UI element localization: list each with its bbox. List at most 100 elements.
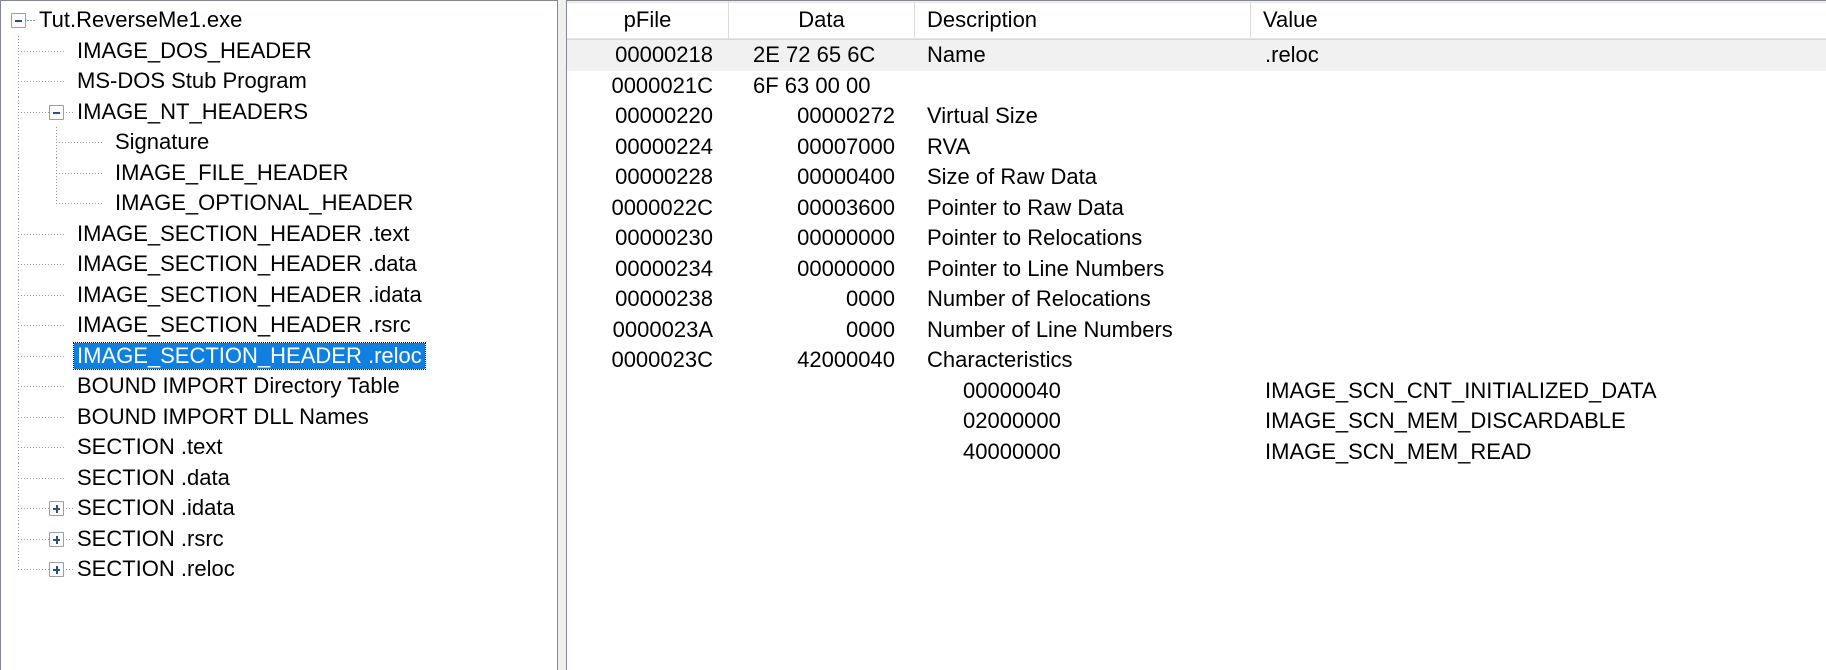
cell-pfile: 00000220 xyxy=(615,103,713,128)
tree-connector-line xyxy=(18,447,65,448)
pe-structure-tree[interactable]: Tut.ReverseMe1.exe IMAGE_DOS_HEADER MS-DOS… xyxy=(1,1,557,585)
tree-item[interactable]: SECTION .data xyxy=(1,462,557,493)
tree-item[interactable]: SECTION .idata xyxy=(1,493,557,524)
tree-item[interactable]: SECTION .reloc xyxy=(1,554,557,585)
cell-data: 00003600 xyxy=(797,194,895,220)
tree-connector-line xyxy=(18,264,65,265)
tree-item[interactable]: IMAGE_NT_HEADERS xyxy=(1,96,557,127)
tree-item[interactable]: IMAGE_SECTION_HEADER .rsrc xyxy=(1,310,557,341)
column-header-description[interactable]: Description xyxy=(915,1,1251,39)
list-column-header-row[interactable]: pFile Data Description Value xyxy=(567,1,1826,40)
list-row[interactable]: 0000022C 00003600 Pointer to Raw Data xyxy=(567,193,1826,224)
cell-data: 00000000 xyxy=(797,225,895,250)
cell-pfile xyxy=(567,376,729,407)
cell-pfile: 00000234 xyxy=(615,255,713,281)
list-row[interactable]: 00000230 00000000 Pointer to Relocations xyxy=(567,223,1826,254)
column-header-value[interactable]: Value xyxy=(1251,1,1826,39)
cell-value xyxy=(1251,162,1811,193)
list-row[interactable]: 00000040 IMAGE_SCN_CNT_INITIALIZED_DATA xyxy=(567,376,1826,407)
list-row[interactable]: 00000218 2E 72 65 6C Name .reloc xyxy=(567,40,1826,71)
cell-pfile xyxy=(567,406,729,437)
tree-item-label: Tut.ReverseMe1.exe xyxy=(39,7,243,33)
cell-description: Virtual Size xyxy=(927,103,1038,128)
cell-value: .reloc xyxy=(1265,42,1319,67)
cell-pfile: 00000230 xyxy=(615,225,713,250)
cell-data: 0000 xyxy=(846,286,895,311)
tree-item[interactable]: SECTION .rsrc xyxy=(1,523,557,554)
tree-connector-line xyxy=(66,569,74,570)
cell-pfile: 00000224 xyxy=(615,133,713,159)
tree-connector-line xyxy=(18,325,65,326)
tree-connector-line xyxy=(18,50,65,52)
tree-connector-line xyxy=(18,233,65,235)
tree-collapse-minus-icon[interactable] xyxy=(11,13,26,28)
tree-item[interactable]: IMAGE_OPTIONAL_HEADER xyxy=(1,188,557,219)
pe-editor-window: Tut.ReverseMe1.exe IMAGE_DOS_HEADER MS-DOS… xyxy=(0,0,1826,670)
tree-item[interactable]: IMAGE_DOS_HEADER xyxy=(1,35,557,66)
list-row[interactable]: 0000023A 0000 Number of Line Numbers xyxy=(567,315,1826,346)
tree-item[interactable]: IMAGE_SECTION_HEADER .idata xyxy=(1,279,557,310)
cell-data: 00000272 xyxy=(797,103,895,128)
list-row[interactable]: 00000228 00000400 Size of Raw Data xyxy=(567,162,1826,193)
cell-value: IMAGE_SCN_MEM_READ xyxy=(1265,438,1532,464)
cell-description: 40000000 xyxy=(963,438,1061,464)
tree-item[interactable]: BOUND IMPORT DLL Names xyxy=(1,401,557,432)
cell-description xyxy=(915,71,1251,102)
list-row[interactable]: 00000220 00000272 Virtual Size xyxy=(567,101,1826,132)
field-details-list-panel[interactable]: pFile Data Description Value 00000218 2E 72 … xyxy=(566,0,1826,670)
list-row[interactable]: 0000021C 6F 63 00 00 xyxy=(567,71,1826,102)
cell-pfile xyxy=(567,437,729,468)
tree-connector-line xyxy=(18,81,65,82)
tree-item-label: IMAGE_SECTION_HEADER .reloc xyxy=(73,341,426,370)
cell-value xyxy=(1251,284,1811,315)
tree-item-label: BOUND IMPORT Directory Table xyxy=(77,373,400,399)
cell-data: 6F 63 00 00 xyxy=(753,72,871,98)
cell-description: Pointer to Line Numbers xyxy=(927,255,1165,281)
pe-structure-tree-panel[interactable]: Tut.ReverseMe1.exe IMAGE_DOS_HEADER MS-DOS… xyxy=(0,0,558,670)
tree-item-label: Signature xyxy=(115,129,210,155)
tree-item[interactable]: MS-DOS Stub Program xyxy=(1,66,557,97)
cell-value xyxy=(1251,71,1811,102)
tree-item-label: IMAGE_SECTION_HEADER .text xyxy=(77,220,410,246)
tree-connector-line xyxy=(18,477,65,479)
tree-item-label: BOUND IMPORT DLL Names xyxy=(77,403,369,429)
tree-item-label: SECTION .rsrc xyxy=(77,525,224,551)
cell-data xyxy=(729,376,915,407)
list-row[interactable]: 40000000 IMAGE_SCN_MEM_READ xyxy=(567,437,1826,468)
tree-expand-plus-icon[interactable] xyxy=(49,562,64,577)
list-row[interactable]: 0000023C 42000040 Characteristics xyxy=(567,345,1826,376)
cell-description: Characteristics xyxy=(927,347,1073,372)
list-row[interactable]: 00000234 00000000 Pointer to Line Numbers xyxy=(567,254,1826,285)
tree-item[interactable]: SECTION .text xyxy=(1,432,557,463)
tree-item[interactable]: IMAGE_SECTION_HEADER .text xyxy=(1,218,557,249)
tree-item-label: MS-DOS Stub Program xyxy=(77,68,307,94)
cell-value xyxy=(1251,223,1811,254)
cell-data: 00000000 xyxy=(797,255,895,281)
tree-item-label: IMAGE_SECTION_HEADER .data xyxy=(77,251,417,277)
tree-item[interactable]: Signature xyxy=(1,127,557,158)
cell-data: 2E 72 65 6C xyxy=(753,42,876,67)
tree-item[interactable]: IMAGE_SECTION_HEADER .reloc xyxy=(1,340,557,371)
tree-collapse-minus-icon[interactable] xyxy=(49,104,64,120)
tree-item[interactable]: IMAGE_SECTION_HEADER .data xyxy=(1,249,557,280)
tree-item-label: SECTION .text xyxy=(77,434,223,460)
cell-value xyxy=(1251,101,1811,132)
list-row[interactable]: 02000000 IMAGE_SCN_MEM_DISCARDABLE xyxy=(567,406,1826,437)
list-row[interactable]: 00000238 0000 Number of Relocations xyxy=(567,284,1826,315)
tree-expand-plus-icon[interactable] xyxy=(49,531,64,547)
list-rows-container[interactable]: 00000218 2E 72 65 6C Name .reloc 0000021C 6F … xyxy=(567,40,1826,467)
cell-pfile: 0000022C xyxy=(611,194,713,220)
tree-item-label: IMAGE_OPTIONAL_HEADER xyxy=(115,190,414,216)
list-row[interactable]: 00000224 00007000 RVA xyxy=(567,132,1826,163)
tree-item[interactable]: Tut.ReverseMe1.exe xyxy=(1,5,557,36)
column-header-pfile[interactable]: pFile xyxy=(567,1,729,39)
column-header-data[interactable]: Data xyxy=(729,1,915,39)
tree-item-label: IMAGE_DOS_HEADER xyxy=(77,37,312,63)
tree-item[interactable]: IMAGE_FILE_HEADER xyxy=(1,157,557,188)
tree-connector-line xyxy=(56,142,103,143)
cell-data xyxy=(729,406,915,437)
tree-guide-line xyxy=(18,188,19,219)
tree-item[interactable]: BOUND IMPORT Directory Table xyxy=(1,371,557,402)
tree-expand-plus-icon[interactable] xyxy=(49,501,64,516)
tree-connector-line xyxy=(66,111,74,113)
